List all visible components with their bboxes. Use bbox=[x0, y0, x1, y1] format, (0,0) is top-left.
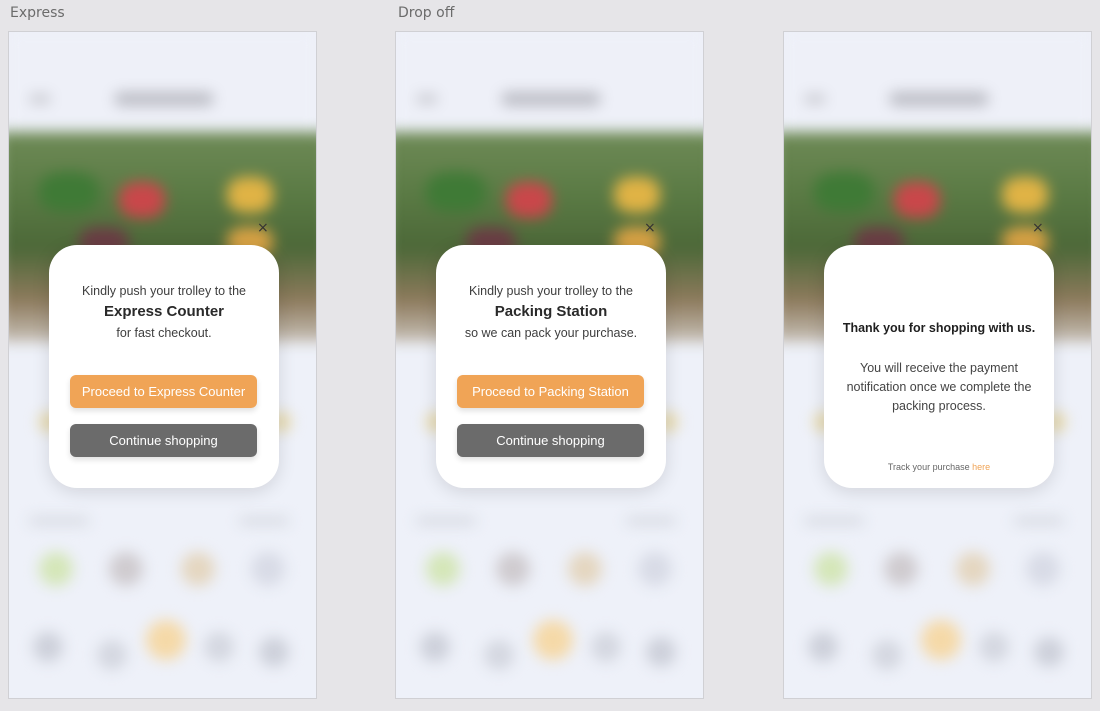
thank-you-dialog: Thank you for shopping with us. You will… bbox=[824, 245, 1054, 488]
dialog-destination: Express Counter bbox=[103, 303, 225, 320]
dialog-reason: for fast checkout. bbox=[116, 326, 212, 340]
proceed-express-counter-button[interactable]: Proceed to Express Counter bbox=[70, 375, 257, 408]
track-purchase-link[interactable]: here bbox=[972, 462, 990, 472]
express-counter-dialog: Kindly push your trolley to the Express … bbox=[49, 245, 279, 488]
close-icon[interactable]: × bbox=[644, 220, 656, 236]
close-icon[interactable]: × bbox=[1032, 220, 1044, 236]
frame-label-drop-off: Drop off bbox=[398, 5, 455, 21]
frame-express: × Kindly push your trolley to the Expres… bbox=[8, 31, 317, 699]
dialog-destination: Packing Station bbox=[494, 303, 608, 320]
thank-you-title: Thank you for shopping with us. bbox=[842, 321, 1036, 335]
dialog-reason: so we can pack your purchase. bbox=[464, 326, 638, 340]
continue-shopping-button[interactable]: Continue shopping bbox=[457, 424, 644, 457]
frame-thank-you: × Thank you for shopping with us. You wi… bbox=[783, 31, 1092, 699]
packing-station-dialog: Kindly push your trolley to the Packing … bbox=[436, 245, 666, 488]
proceed-packing-station-button[interactable]: Proceed to Packing Station bbox=[457, 375, 644, 408]
close-icon[interactable]: × bbox=[257, 220, 269, 236]
continue-shopping-button[interactable]: Continue shopping bbox=[70, 424, 257, 457]
dialog-instruction: Kindly push your trolley to the bbox=[82, 284, 246, 298]
track-purchase-text: Track your purchase here bbox=[824, 462, 1054, 472]
track-purchase-label: Track your purchase bbox=[887, 462, 973, 472]
dialog-instruction: Kindly push your trolley to the bbox=[469, 284, 633, 298]
frame-label-express: Express bbox=[10, 5, 65, 21]
payment-notification-message: You will receive the payment notificatio… bbox=[846, 361, 1032, 413]
frame-drop-off: × Kindly push your trolley to the Packin… bbox=[395, 31, 704, 699]
